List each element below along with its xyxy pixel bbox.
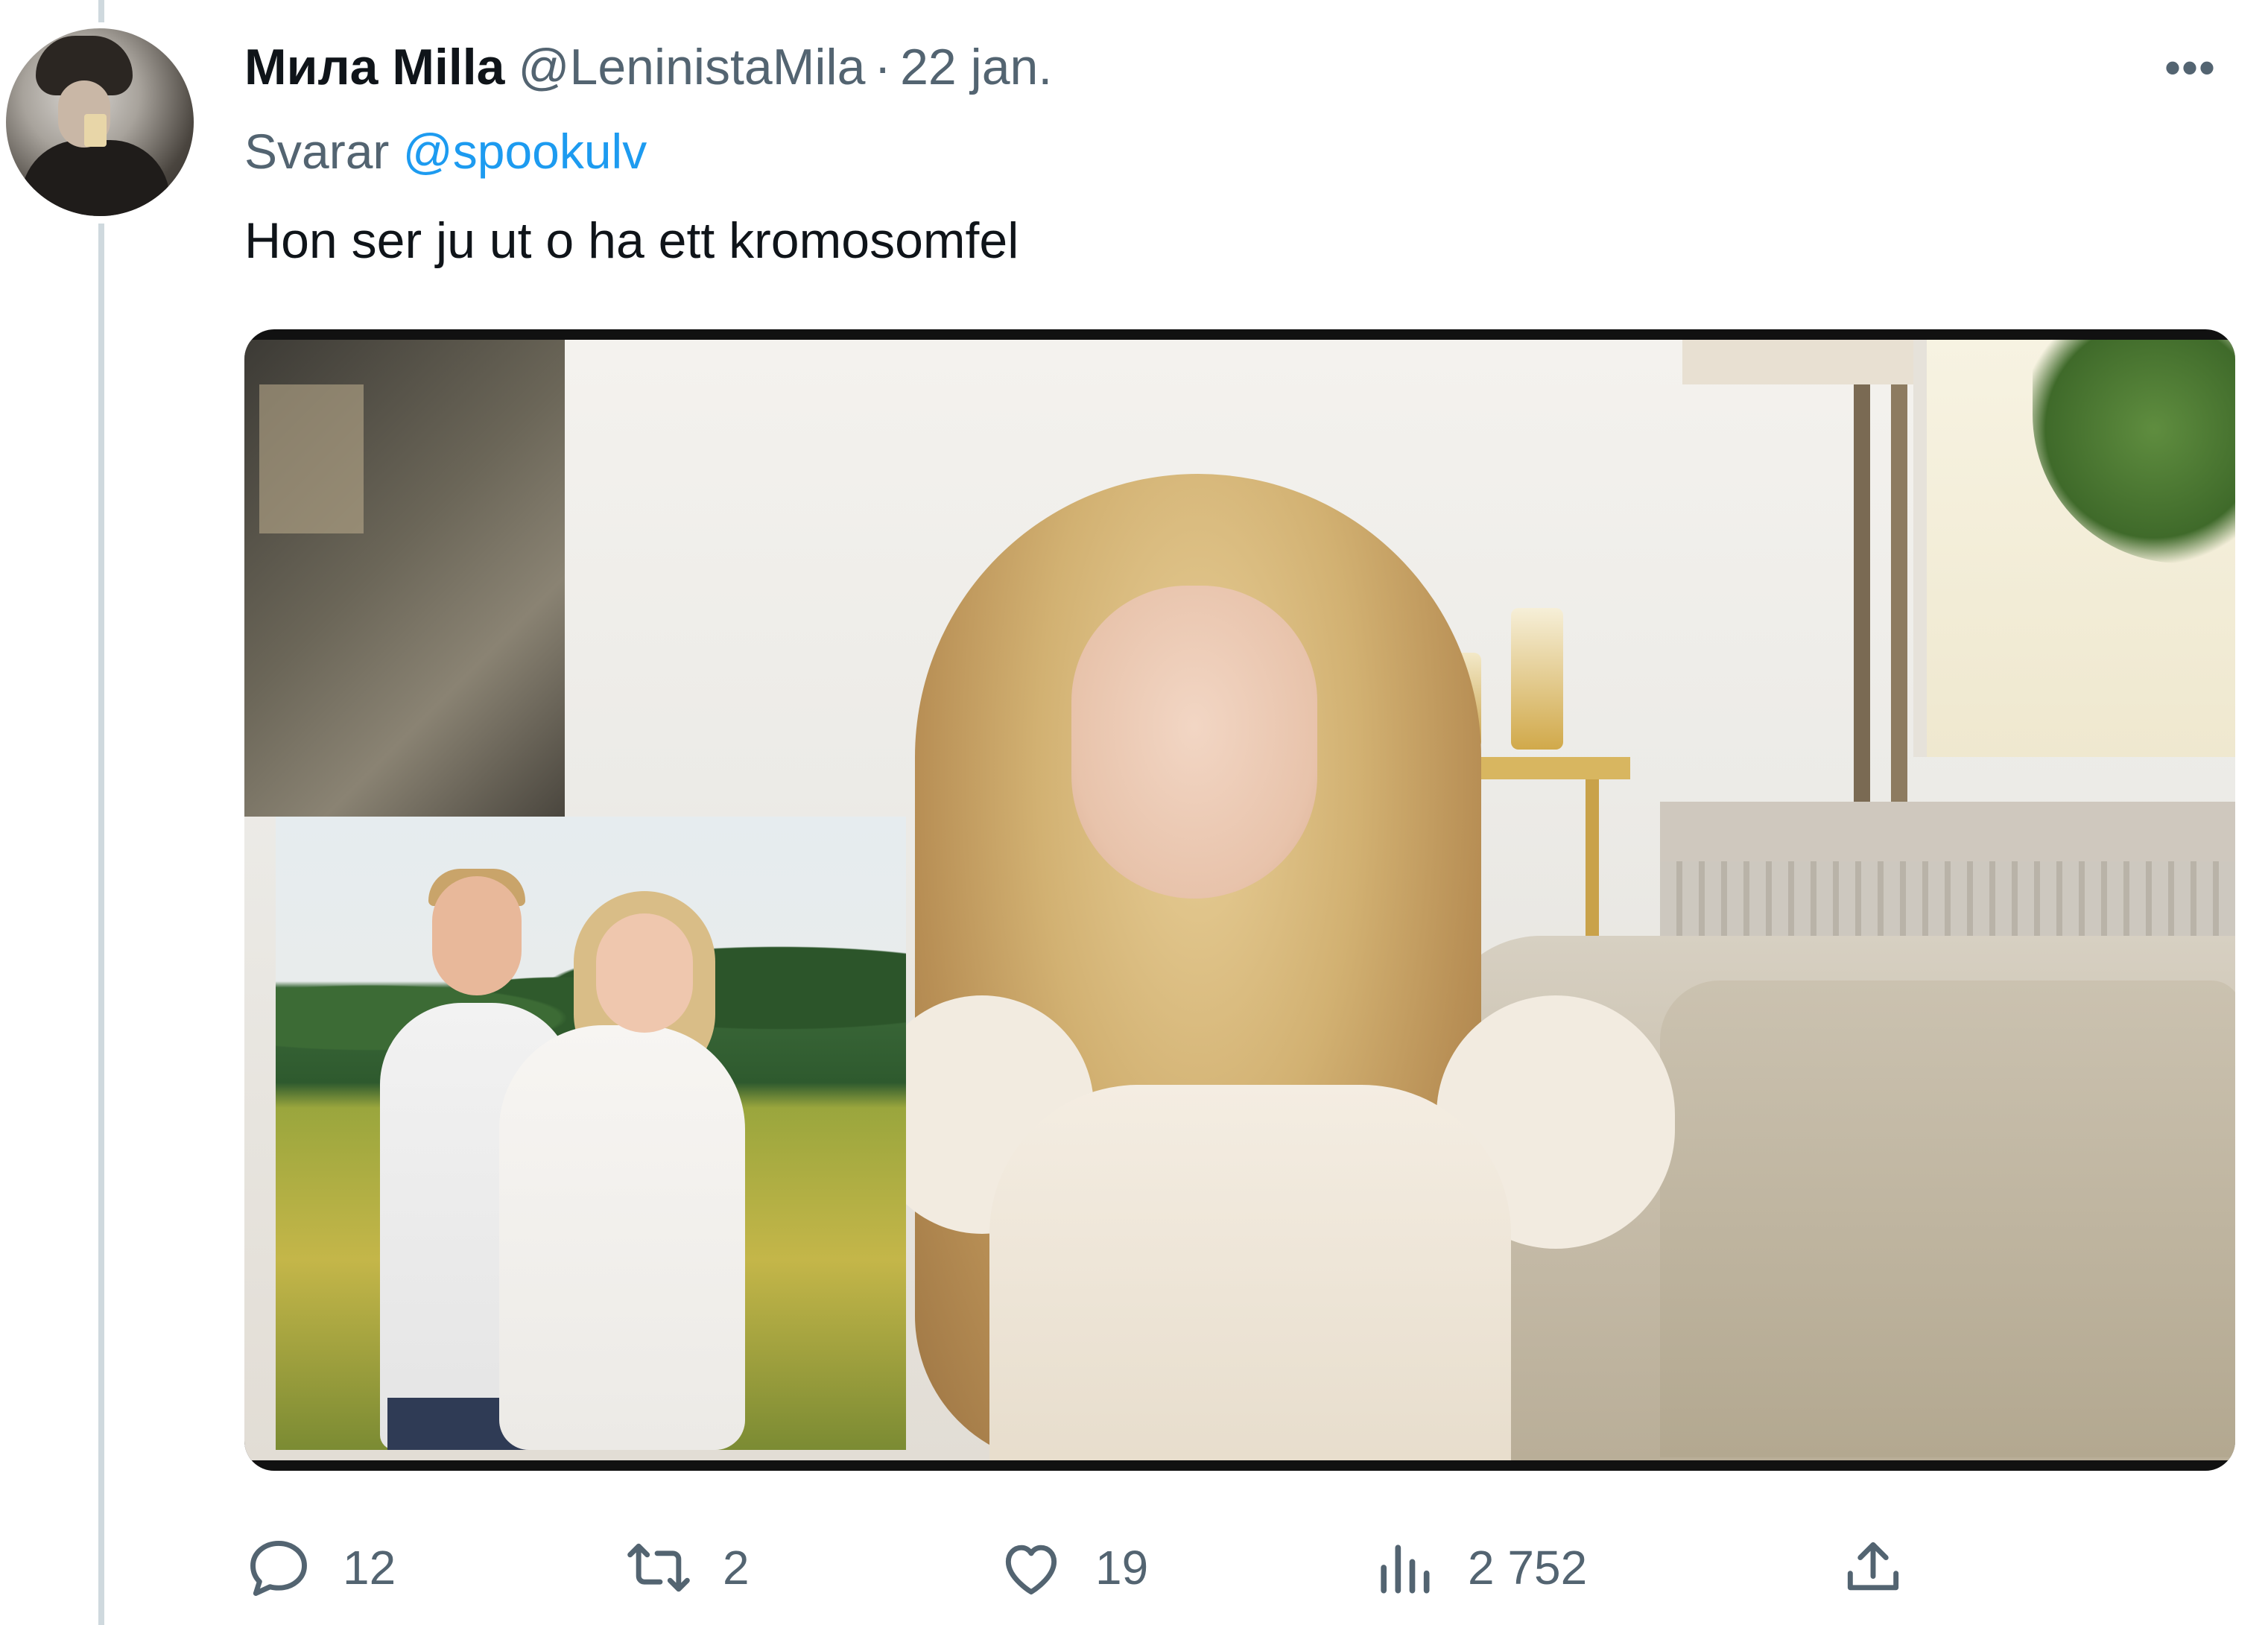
tweet-header: Мила Milla @LeninistaMila · 22 jan. [244, 36, 1052, 98]
separator-dot: · [874, 39, 892, 95]
views-count: 2 752 [1468, 1541, 1588, 1594]
inset-man-head [432, 876, 522, 995]
share-icon [1847, 1542, 1899, 1591]
lamp-stand-shape-2 [1891, 384, 1907, 802]
candle-holder-shape-2 [1511, 608, 1563, 750]
inset-woman-head [596, 913, 693, 1033]
views-button[interactable]: 2 752 [1369, 1526, 1587, 1609]
cushion-shape [1660, 981, 2235, 1457]
thread-line [98, 224, 104, 1625]
lamp-stand-shape [1854, 384, 1870, 802]
more-horizontal-icon[interactable]: ••• [2146, 37, 2235, 97]
reply-count: 12 [343, 1541, 396, 1594]
thread-line-top [98, 0, 104, 22]
avatar-phone-shape [84, 114, 107, 147]
avatar[interactable] [6, 28, 194, 216]
reply-button[interactable]: 12 [244, 1526, 396, 1609]
retweet-count: 2 [723, 1541, 750, 1594]
inset-couple-photo [276, 817, 906, 1450]
like-button[interactable]: 19 [997, 1526, 1148, 1609]
display-name[interactable]: Мила Milla [244, 38, 505, 96]
window-sill-shape [1660, 802, 2235, 869]
tweet-actions: 12 2 19 2 752 [244, 1526, 1988, 1609]
retweet-icon [627, 1543, 690, 1592]
tweet-media-image[interactable] [244, 329, 2235, 1471]
analytics-icon [1381, 1545, 1430, 1594]
heart-icon [1005, 1545, 1057, 1595]
retweet-button[interactable]: 2 [624, 1526, 750, 1609]
share-button[interactable] [1839, 1526, 1907, 1609]
woman-dress-shape [989, 1085, 1511, 1460]
tweet-date[interactable]: 22 jan. [900, 38, 1052, 96]
painting-shape [244, 340, 565, 817]
user-handle[interactable]: @LeninistaMila [519, 38, 866, 96]
media-photo [244, 340, 2235, 1460]
woman-face-shape [1071, 586, 1317, 899]
tweet-text: Hon ser ju ut o ha ett kromosomfel [244, 212, 1019, 269]
reply-prefix: Svarar [244, 124, 390, 179]
reply-icon [250, 1540, 307, 1596]
like-count: 19 [1095, 1541, 1149, 1594]
avatar-body-shape [21, 140, 170, 216]
inset-woman-shape [499, 1025, 745, 1450]
reply-mention-link[interactable]: @spookulv [403, 124, 647, 179]
reply-context: Svarar @spookulv [244, 123, 647, 180]
